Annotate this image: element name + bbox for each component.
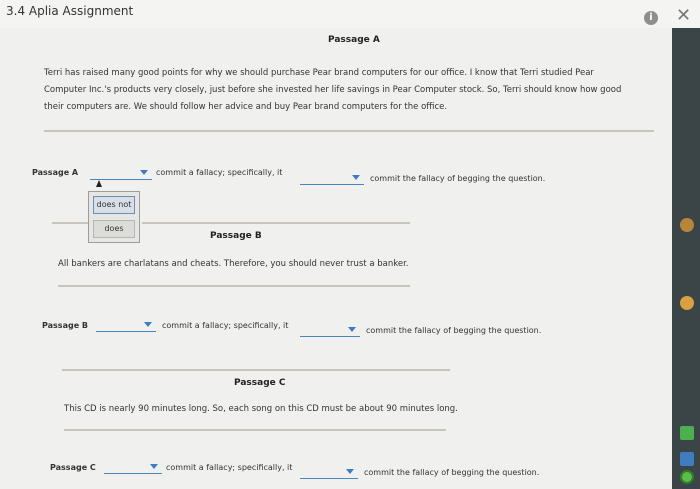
passage-a-line-2: Computer Inc.'s products very closely, j…: [44, 85, 622, 95]
chevron-down-icon: [140, 170, 148, 175]
row-b-end-text: commit the fallacy of begging the questi…: [366, 326, 542, 335]
passage-c-text: This CD is nearly 90 minutes long. So, e…: [64, 404, 458, 414]
row-a-label: Passage A: [32, 168, 79, 177]
row-b-label: Passage B: [42, 321, 89, 330]
row-c-end-text: commit the fallacy of begging the questi…: [364, 468, 540, 477]
close-icon[interactable]: ✕: [676, 7, 691, 25]
row-b-mid-text: commit a fallacy; specifically, it: [162, 321, 289, 330]
docs-icon[interactable]: [680, 452, 694, 466]
row-a-dropdown-1[interactable]: [90, 168, 152, 180]
passage-a-line-3: their computers are. We should follow he…: [44, 102, 448, 112]
passage-a-line-1: Terri has raised many good points for wh…: [44, 68, 594, 78]
row-c-dropdown-1[interactable]: [104, 462, 162, 474]
chrome-icon[interactable]: [680, 218, 694, 232]
row-a-dropdown-2[interactable]: [300, 173, 364, 185]
chevron-down-icon: [352, 175, 360, 180]
menu-option-does[interactable]: does: [93, 220, 135, 238]
tag-icon[interactable]: [680, 296, 694, 310]
info-icon[interactable]: i: [644, 11, 658, 25]
dropdown-menu: does not does: [88, 191, 140, 243]
menu-option-does-not[interactable]: does not: [93, 196, 135, 214]
window-title: 3.4 Aplia Assignment: [6, 4, 134, 18]
chevron-down-icon: [150, 464, 158, 469]
row-a-divider-left: [52, 222, 88, 224]
passage-a-divider: [44, 130, 654, 132]
row-c-mid-text: commit a fallacy; specifically, it: [166, 463, 293, 472]
circle-app-icon[interactable]: [680, 470, 694, 484]
chevron-down-icon: [346, 469, 354, 474]
passage-b-text: All bankers are charlatans and cheats. T…: [58, 259, 409, 269]
row-b-dropdown-1[interactable]: [96, 320, 156, 332]
row-a-divider: [142, 222, 410, 224]
row-c-label: Passage C: [50, 463, 96, 472]
window-titlebar: 3.4 Aplia Assignment i ✕: [0, 0, 700, 28]
mouse-cursor-icon: [96, 180, 102, 187]
passage-c-divider: [64, 429, 446, 431]
passage-a-heading: Passage A: [328, 35, 380, 45]
row-a-mid-text: commit a fallacy; specifically, it: [156, 168, 283, 177]
passage-b-divider: [58, 285, 410, 287]
chevron-down-icon: [348, 327, 356, 332]
passage-b-heading: Passage B: [210, 231, 262, 241]
right-taskbar: [672, 28, 700, 489]
drive-icon[interactable]: [680, 426, 694, 440]
passage-c-heading: Passage C: [234, 378, 286, 388]
row-c-dropdown-2[interactable]: [300, 467, 358, 479]
row-a-end-text: commit the fallacy of begging the questi…: [370, 174, 546, 183]
chevron-down-icon: [144, 322, 152, 327]
row-b-dropdown-2[interactable]: [300, 325, 360, 337]
row-b-divider: [62, 369, 450, 371]
